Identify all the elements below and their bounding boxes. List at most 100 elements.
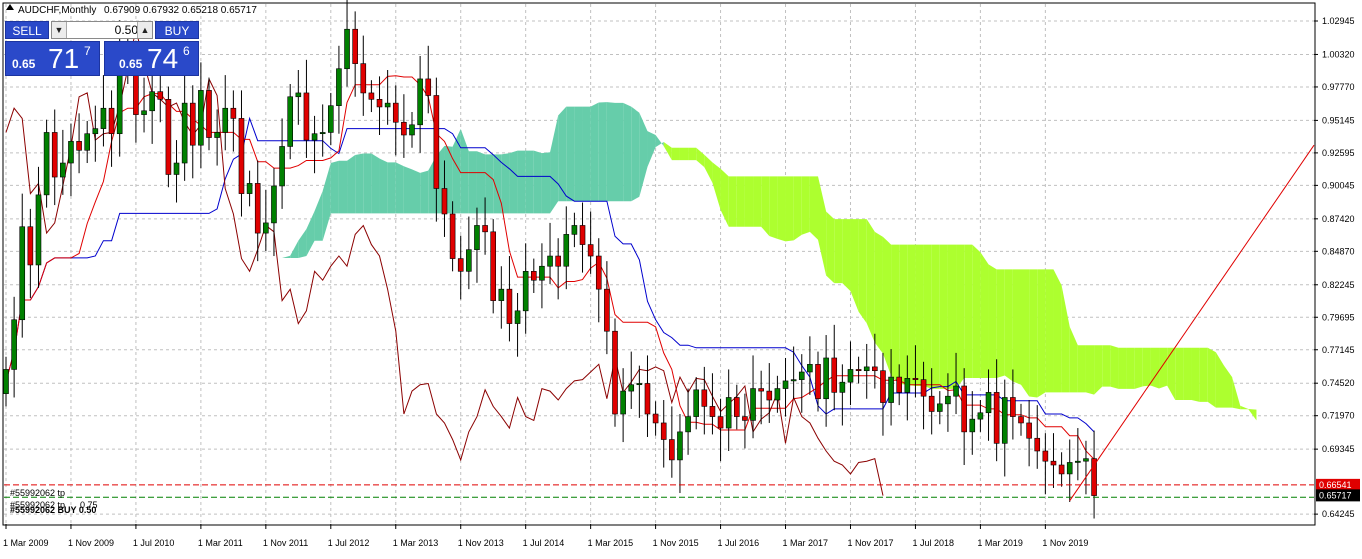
candle-body[interactable] xyxy=(742,416,748,421)
candle-body[interactable] xyxy=(880,370,886,403)
candle-body[interactable] xyxy=(27,226,34,266)
candle-body[interactable] xyxy=(993,392,1000,444)
candle-body[interactable] xyxy=(1083,458,1089,462)
candle-body[interactable] xyxy=(790,379,797,382)
candle-body[interactable] xyxy=(936,403,943,412)
candle-body[interactable] xyxy=(198,90,204,146)
candle-body[interactable] xyxy=(165,99,172,175)
candle-body[interactable] xyxy=(84,133,90,151)
candle-body[interactable] xyxy=(539,265,545,281)
candle-body[interactable] xyxy=(19,226,26,321)
candle-body[interactable] xyxy=(189,102,196,146)
candle-body[interactable] xyxy=(1066,462,1073,475)
candle-body[interactable] xyxy=(855,369,862,372)
candle-body[interactable] xyxy=(1034,437,1041,452)
candle-body[interactable] xyxy=(441,188,448,215)
candle-body[interactable] xyxy=(928,395,935,412)
candle-body[interactable] xyxy=(863,366,870,372)
candle-body[interactable] xyxy=(945,395,951,405)
candle-body[interactable] xyxy=(953,385,959,397)
candle-body[interactable] xyxy=(620,390,626,415)
candle-body[interactable] xyxy=(43,132,50,196)
candle-body[interactable] xyxy=(717,416,724,429)
candle-body[interactable] xyxy=(76,141,82,151)
candle-body[interactable] xyxy=(815,364,821,400)
candle-body[interactable] xyxy=(725,397,732,429)
candle-body[interactable] xyxy=(449,213,456,259)
candle-body[interactable] xyxy=(669,439,675,461)
candle-body[interactable] xyxy=(157,91,164,100)
candle-body[interactable] xyxy=(51,132,58,178)
candle-body[interactable] xyxy=(311,133,318,141)
candle-body[interactable] xyxy=(319,132,326,135)
candle-body[interactable] xyxy=(888,376,894,403)
candle-body[interactable] xyxy=(774,388,781,401)
lot-increase-icon[interactable]: ▲ xyxy=(137,22,152,38)
candle-body[interactable] xyxy=(133,70,139,115)
candle-body[interactable] xyxy=(92,128,99,135)
candle-body[interactable] xyxy=(733,397,740,417)
candle-body[interactable] xyxy=(644,383,651,415)
candle-body[interactable] xyxy=(701,389,708,407)
candle-body[interactable] xyxy=(303,92,310,141)
time-axis[interactable]: 1 Mar 2009 1 Nov 2009 1 Jul 2010 1 Mar 2011… xyxy=(3,524,1088,548)
chart-area[interactable]: 1.02945 1.00320 0.97770 0.95145 0.92595 0.900… xyxy=(0,0,1362,554)
candle-body[interactable] xyxy=(969,418,976,433)
candle-body[interactable] xyxy=(181,102,188,164)
candle-body[interactable] xyxy=(287,96,294,147)
chart-svg[interactable]: 1.02945 1.00320 0.97770 0.95145 0.92595 0.900… xyxy=(0,0,1362,554)
candle-body[interactable] xyxy=(376,99,383,108)
candle-body[interactable] xyxy=(798,371,805,380)
candle-body[interactable] xyxy=(522,271,529,312)
candle-body[interactable] xyxy=(547,255,553,267)
candle-body[interactable] xyxy=(555,255,561,267)
candle-body[interactable] xyxy=(912,378,919,380)
candle-body[interactable] xyxy=(1075,460,1081,463)
candle-body[interactable] xyxy=(612,330,618,415)
candle-body[interactable] xyxy=(831,357,838,393)
candle-body[interactable] xyxy=(782,380,789,389)
candle-body[interactable] xyxy=(384,102,391,108)
candle-body[interactable] xyxy=(238,118,245,194)
candle-body[interactable] xyxy=(563,234,570,267)
candle-body[interactable] xyxy=(595,255,602,290)
candle-body[interactable] xyxy=(11,319,17,370)
candle-body[interactable] xyxy=(327,105,334,133)
candle-body[interactable] xyxy=(474,225,480,250)
candle-body[interactable] xyxy=(571,225,578,235)
sell-price-button[interactable]: 0.65 71 7 xyxy=(5,41,100,76)
lot-dropdown-icon[interactable]: ▼ xyxy=(52,22,67,38)
lot-size-input[interactable] xyxy=(68,22,140,38)
candle-body[interactable] xyxy=(506,288,513,324)
candle-body[interactable] xyxy=(961,385,967,433)
candle-body[interactable] xyxy=(709,406,716,417)
candle-body[interactable] xyxy=(896,376,903,393)
candle-body[interactable] xyxy=(1058,464,1065,475)
candle-body[interactable] xyxy=(409,124,415,136)
candle-body[interactable] xyxy=(222,107,229,133)
candle-body[interactable] xyxy=(1050,460,1057,466)
candle-body[interactable] xyxy=(336,68,342,106)
candle-body[interactable] xyxy=(68,141,74,164)
candle-body[interactable] xyxy=(254,183,261,234)
candle-body[interactable] xyxy=(750,388,756,421)
candle-body[interactable] xyxy=(392,102,399,123)
candle-body[interactable] xyxy=(872,366,878,372)
candle-body[interactable] xyxy=(498,288,505,301)
candle-body[interactable] xyxy=(214,132,220,138)
candle-body[interactable] xyxy=(636,383,643,386)
candle-body[interactable] xyxy=(652,413,659,424)
candle-body[interactable] xyxy=(108,107,115,135)
candle-body[interactable] xyxy=(839,381,846,393)
buy-price-button[interactable]: 0.65 74 6 xyxy=(104,41,199,76)
candle-body[interactable] xyxy=(3,369,9,394)
candle-body[interactable] xyxy=(660,422,667,440)
candle-body[interactable] xyxy=(847,369,854,383)
candle-body[interactable] xyxy=(279,146,285,187)
candle-body[interactable] xyxy=(100,107,107,129)
candle-body[interactable] xyxy=(977,412,984,420)
candle-body[interactable] xyxy=(35,194,42,266)
candle-body[interactable] xyxy=(490,231,497,301)
candle-body[interactable] xyxy=(1091,458,1097,496)
candle-body[interactable] xyxy=(530,271,537,281)
